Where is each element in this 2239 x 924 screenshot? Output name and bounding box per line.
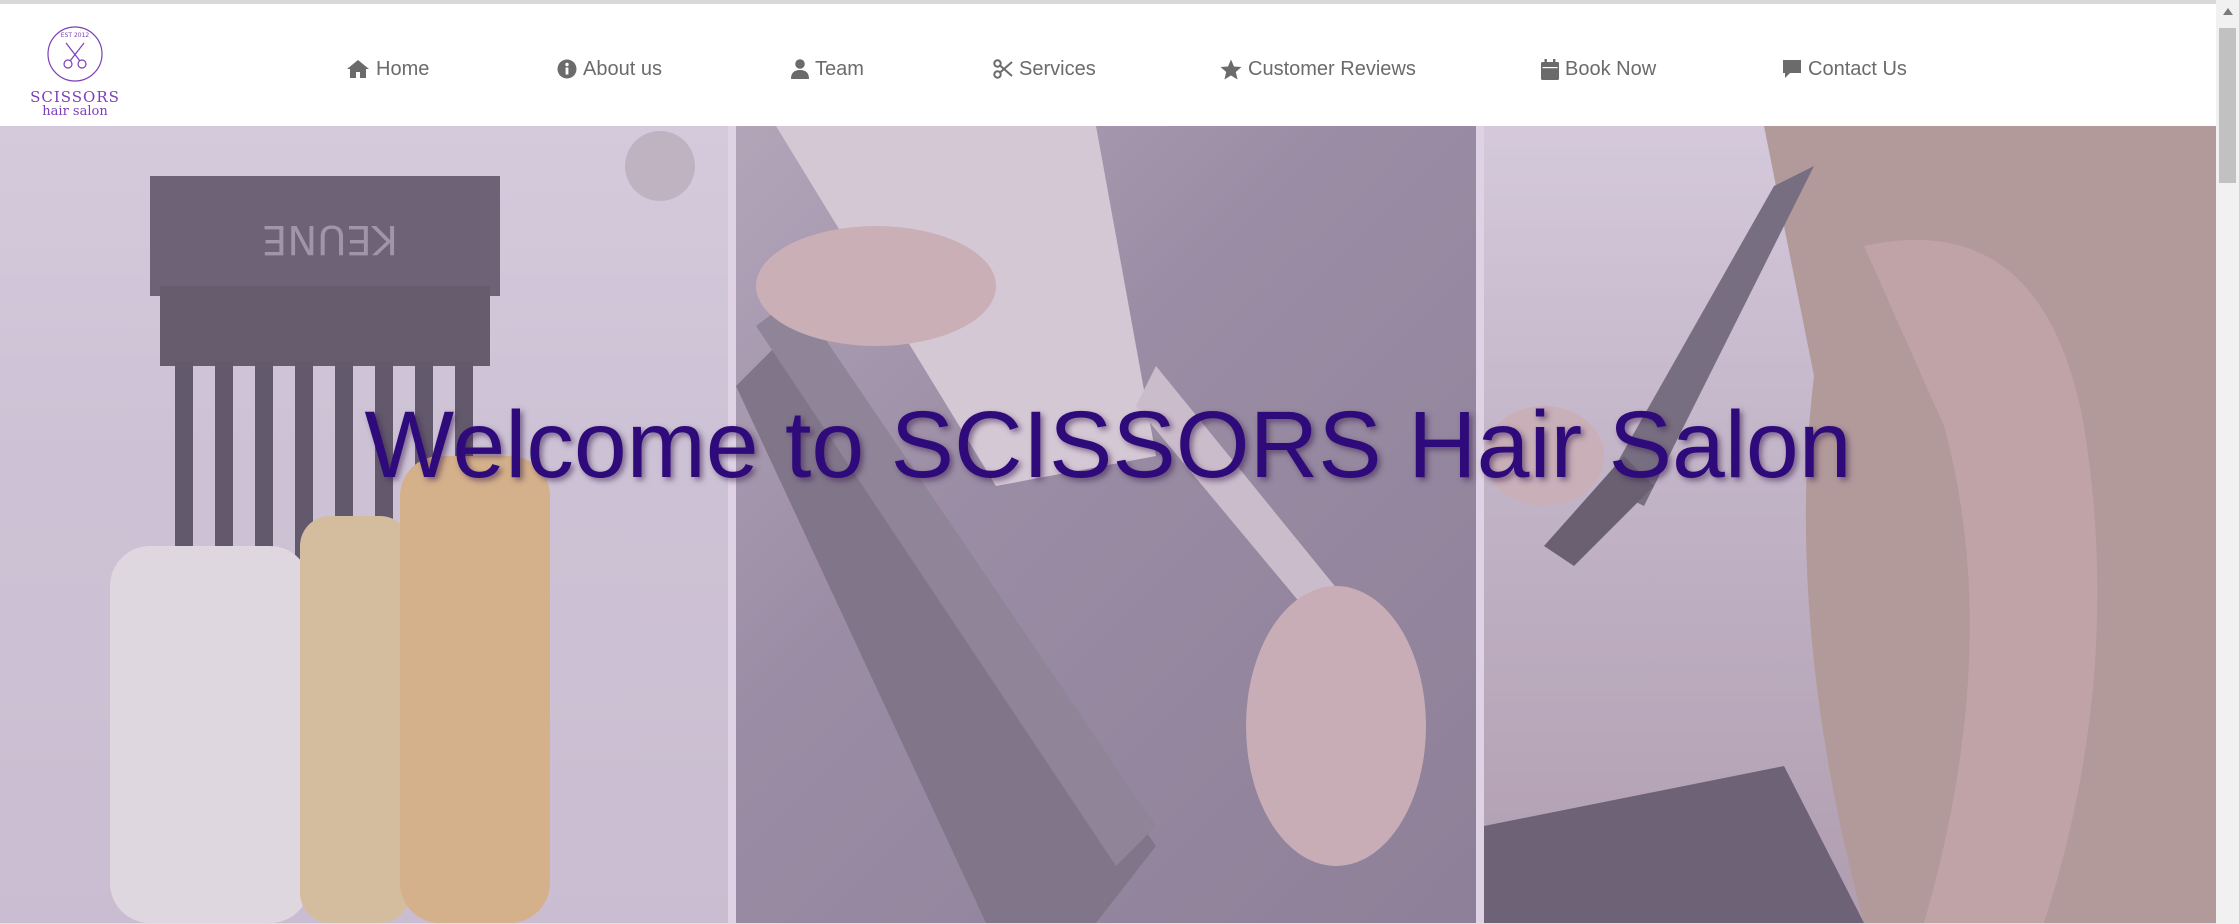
nav-book-now-label: Book Now	[1565, 57, 1657, 80]
comment-icon	[1783, 60, 1801, 78]
salon-logo[interactable]: EST 2012 SCISSORS hair salon	[30, 24, 120, 124]
scrollbar-thumb[interactable]	[2219, 28, 2236, 183]
nav-customer-reviews[interactable]: Customer Reviews	[1220, 54, 1416, 84]
hero-overlay	[0, 126, 2216, 923]
home-icon	[347, 60, 369, 78]
nav-about-us[interactable]: About us	[557, 54, 662, 84]
nav-services-label: Services	[1019, 57, 1096, 80]
hero-banner: KEUNE Welcome to SCISSORS Hair Salon	[0, 126, 2216, 923]
user-icon	[791, 59, 809, 79]
nav-home-label: Home	[376, 57, 430, 80]
logo-emblem-icon: EST 2012	[47, 26, 103, 82]
scissors-icon	[993, 59, 1013, 79]
info-icon	[557, 59, 577, 79]
scroll-up-button[interactable]	[2216, 0, 2239, 23]
nav-team[interactable]: Team	[791, 54, 864, 84]
svg-text:EST 2012: EST 2012	[61, 32, 90, 39]
nav-home[interactable]: Home	[346, 54, 429, 84]
star-icon	[1220, 59, 1242, 79]
nav-team-label: Team	[815, 57, 864, 80]
logo-subtitle: hair salon	[42, 104, 108, 119]
nav-contact-us-label: Contact Us	[1808, 57, 1907, 80]
nav-contact-us[interactable]: Contact Us	[1782, 54, 1907, 84]
site-header: EST 2012 SCISSORS hair salon Home About …	[0, 4, 2216, 125]
chevron-up-icon	[2222, 8, 2233, 15]
nav-about-us-label: About us	[583, 57, 662, 80]
nav-services[interactable]: Services	[993, 54, 1096, 84]
hero-title: Welcome to SCISSORS Hair Salon	[364, 392, 1852, 498]
nav-customer-reviews-label: Customer Reviews	[1248, 57, 1416, 80]
vertical-scrollbar[interactable]	[2216, 0, 2239, 924]
calendar-icon	[1541, 58, 1559, 80]
nav-book-now[interactable]: Book Now	[1541, 54, 1656, 84]
